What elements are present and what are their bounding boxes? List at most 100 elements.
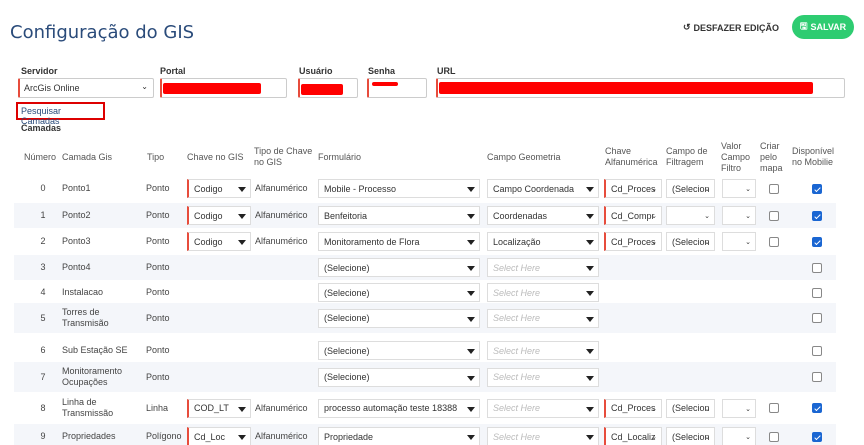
row-tipo-chave: Alfanumérico: [255, 402, 308, 413]
chave-select[interactable]: COD_LT: [187, 398, 251, 418]
geometria-select[interactable]: Localização: [487, 232, 599, 251]
geometria-select[interactable]: Select Here: [487, 258, 599, 277]
filtragem-select[interactable]: (Selecion ⌄: [666, 398, 715, 418]
row-tipo: Ponto: [146, 312, 170, 323]
geometria-select[interactable]: Select Here: [487, 427, 599, 445]
row-number: 0: [40, 183, 46, 193]
chevron-down-icon: ⌄: [704, 405, 710, 413]
chevron-down-icon: ⌄: [704, 434, 710, 441]
disponivel-checkbox[interactable]: [812, 345, 822, 356]
disponivel-checkbox[interactable]: [812, 262, 822, 273]
col-valor-campo: Valor Campo Filtro: [721, 141, 751, 173]
filtragem-select[interactable]: (Selecion ⌄: [666, 232, 715, 251]
col-campo-filtragem: Campo de Filtragem: [666, 146, 708, 167]
row-number: 5: [40, 312, 46, 323]
chave-select[interactable]: Codigo: [187, 206, 251, 225]
chevron-down-icon: ⌄: [651, 405, 657, 413]
table-row: 5 Torres de Transmisão Ponto (Selecione) Sel…: [14, 303, 836, 333]
servidor-select[interactable]: ArcGis Online ⌄: [18, 78, 154, 98]
row-number: 6: [40, 345, 46, 355]
geometria-select[interactable]: Campo Coordenada: [487, 179, 599, 198]
criar-mapa-checkbox[interactable]: [769, 210, 779, 221]
caret-down-icon: [586, 240, 594, 245]
criar-mapa-checkbox[interactable]: [769, 183, 779, 194]
valor-filtro-select[interactable]: ⌄: [722, 398, 756, 418]
chave-alfa-select[interactable]: Cd_Proces ⌄: [604, 179, 662, 198]
row-tipo: Ponto: [146, 371, 170, 382]
caret-down-icon: [586, 214, 594, 219]
table-row: 4 Instalacao Ponto (Selecione) Select Here: [14, 280, 836, 305]
geometria-select[interactable]: Coordenadas: [487, 206, 599, 225]
caret-down-icon: [467, 266, 475, 271]
chave-select[interactable]: Codigo: [187, 179, 251, 198]
chave-alfa-select[interactable]: Cd_Compr ⌄: [604, 206, 662, 225]
caret-down-icon: [238, 240, 246, 245]
table-row: 3 Ponto4 Ponto (Selecione) Select Here: [14, 255, 836, 280]
chave-alfa-select[interactable]: Cd_Proces ⌄: [604, 398, 662, 418]
geometria-select[interactable]: Select Here: [487, 283, 599, 302]
formulario-select[interactable]: (Selecione): [318, 308, 480, 328]
row-tipo: Ponto: [146, 262, 170, 272]
caret-down-icon: [238, 406, 246, 412]
undo-button[interactable]: ↺ DESFAZER EDIÇÃO: [683, 22, 779, 33]
valor-filtro-select[interactable]: ⌄: [722, 206, 756, 225]
formulario-select[interactable]: (Selecione): [318, 341, 480, 360]
disponivel-checkbox[interactable]: [812, 313, 822, 323]
table-row: 6 Sub Estação SE Ponto (Selecione) Select He…: [14, 338, 836, 363]
table-row: 0 Ponto1 Ponto Codigo Alfanumérico Mobile - P…: [14, 176, 836, 201]
criar-mapa-checkbox[interactable]: [769, 403, 779, 413]
page-title: Configuração do GIS: [10, 22, 195, 43]
senha-input[interactable]: [367, 78, 427, 98]
pesquisar-camadas-link[interactable]: Pesquisar Camadas: [16, 102, 105, 126]
chevron-down-icon: ⌄: [141, 82, 148, 91]
geometria-select[interactable]: Select Here: [487, 308, 599, 328]
row-camada: Sub Estação SE: [62, 345, 128, 355]
col-criar-mapa: Criar pelo mapa: [760, 141, 783, 173]
formulario-select[interactable]: Mobile - Processo: [318, 179, 480, 198]
formulario-select[interactable]: (Selecione): [318, 283, 480, 302]
valor-filtro-select[interactable]: ⌄: [722, 179, 756, 198]
chave-alfa-select[interactable]: Cd_Localiz ⌄: [604, 427, 662, 445]
chave-select[interactable]: Codigo: [187, 232, 251, 251]
disponivel-checkbox[interactable]: [812, 372, 822, 382]
filtragem-select[interactable]: ⌄: [666, 206, 715, 225]
formulario-select[interactable]: processo automação teste 18388: [318, 398, 480, 418]
col-tipo: Tipo: [147, 152, 165, 162]
caret-down-icon: [586, 291, 594, 296]
chave-select[interactable]: Cd_Loc: [187, 427, 251, 445]
save-button[interactable]: 🖫 SALVAR: [792, 15, 854, 39]
formulario-select[interactable]: Benfeitoria: [318, 206, 480, 225]
disponivel-checkbox[interactable]: [812, 183, 822, 194]
disponivel-checkbox[interactable]: [812, 210, 822, 221]
servidor-label: Servidor: [21, 66, 58, 76]
col-disponivel: Disponível no Mobilie: [792, 146, 835, 167]
senha-label: Senha: [368, 66, 396, 76]
disponivel-checkbox[interactable]: [812, 403, 822, 413]
valor-filtro-select[interactable]: ⌄: [722, 232, 756, 251]
criar-mapa-checkbox[interactable]: [769, 236, 779, 247]
undo-icon: ↺: [683, 22, 691, 32]
disponivel-checkbox[interactable]: [812, 287, 822, 298]
geometria-select[interactable]: Select Here: [487, 398, 599, 418]
row-camada: Ponto2: [62, 210, 91, 220]
filtragem-select[interactable]: (Selecion ⌄: [666, 427, 715, 445]
geometria-select[interactable]: Select Here: [487, 341, 599, 360]
valor-filtro-select[interactable]: ⌄: [722, 427, 756, 445]
url-label: URL: [437, 66, 456, 76]
filtragem-select[interactable]: (Selecion ⌄: [666, 179, 715, 198]
chave-alfa-select[interactable]: Cd_Proces ⌄: [604, 232, 662, 251]
table-row: 7 Monitoramento Ocupações Ponto (Selecione)…: [14, 362, 836, 392]
row-tipo-chave: Alfanumérico: [255, 431, 308, 441]
geometria-select[interactable]: Select Here: [487, 367, 599, 387]
formulario-select[interactable]: Propriedade: [318, 427, 480, 445]
caret-down-icon: [467, 349, 475, 354]
disponivel-checkbox[interactable]: [812, 431, 822, 442]
formulario-select[interactable]: (Selecione): [318, 258, 480, 277]
formulario-select[interactable]: (Selecione): [318, 367, 480, 387]
caret-down-icon: [586, 435, 594, 440]
formulario-select[interactable]: Monitoramento de Flora: [318, 232, 480, 251]
chevron-down-icon: ⌄: [651, 186, 657, 193]
criar-mapa-checkbox[interactable]: [769, 431, 779, 442]
disponivel-checkbox[interactable]: [812, 236, 822, 247]
redacted-usuario: [301, 84, 343, 95]
